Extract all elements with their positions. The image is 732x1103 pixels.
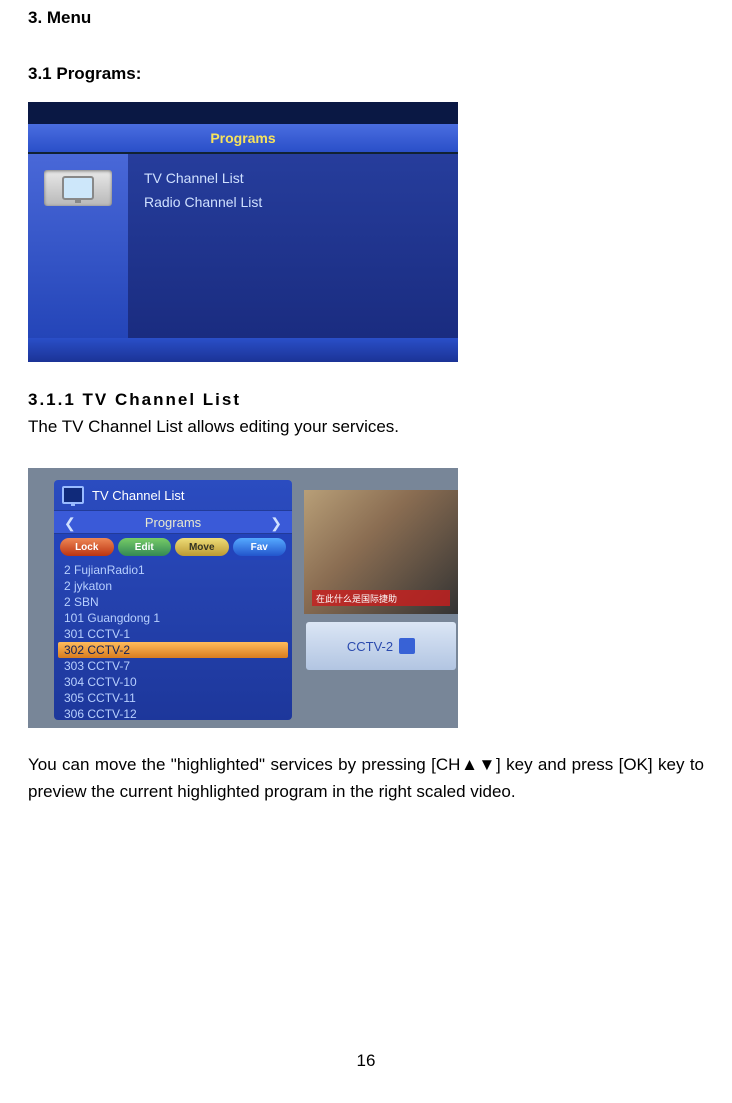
- preview-overlay-text: 在此什么是国际捷助: [312, 590, 450, 606]
- pill-lock: Lock: [60, 538, 114, 556]
- screenshot-titlebar: Programs: [28, 124, 458, 154]
- screenshot-content: TV Channel List Radio Channel List: [128, 154, 458, 338]
- info-badge-icon: [399, 638, 415, 654]
- section-heading-menu: 3. Menu: [28, 8, 704, 28]
- channel-row: 301 CCTV-1: [64, 626, 282, 642]
- sidebar-item-monitor: [44, 170, 112, 206]
- screenshot-body: TV Channel List Radio Channel List: [28, 154, 458, 338]
- video-preview: 在此什么是国际捷助: [304, 490, 458, 614]
- channel-row: 304 CCTV-10: [64, 674, 282, 690]
- pill-edit: Edit: [118, 538, 172, 556]
- section-heading-tv-channel-list: 3.1.1 TV Channel List: [28, 390, 704, 410]
- screenshot-topbar: [28, 102, 458, 124]
- panel-header: TV Channel List: [54, 480, 292, 510]
- monitor-icon: [62, 176, 94, 200]
- screenshot-sidebar: [28, 154, 128, 338]
- intro-text: The TV Channel List allows editing your …: [28, 414, 704, 440]
- pill-move: Move: [175, 538, 229, 556]
- preview-label: CCTV-2: [347, 639, 393, 654]
- instruction-text: You can move the "highlighted" services …: [28, 752, 704, 805]
- pill-fav: Fav: [233, 538, 287, 556]
- channel-row: 306 CCTV-12: [64, 706, 282, 722]
- screenshot-programs-menu: Programs TV Channel List Radio Channel L…: [28, 102, 458, 362]
- channel-row: 101 Guangdong 1: [64, 610, 282, 626]
- screenshot-channel-list: TV Channel List Programs Lock Edit Move …: [28, 468, 458, 728]
- menu-item-radio-channel-list: Radio Channel List: [144, 190, 442, 214]
- channel-panel: TV Channel List Programs Lock Edit Move …: [54, 480, 292, 720]
- screenshot-bottombar: [28, 338, 458, 362]
- channel-row: 2 SBN: [64, 594, 282, 610]
- channel-row: 2 jykaton: [64, 578, 282, 594]
- page-number: 16: [0, 1051, 732, 1071]
- panel-subheader: Programs: [54, 510, 292, 534]
- section-heading-programs: 3.1 Programs:: [28, 64, 704, 84]
- menu-item-tv-channel-list: TV Channel List: [144, 166, 442, 190]
- panel-title: TV Channel List: [92, 488, 185, 503]
- channel-list: 2 FujianRadio1 2 jykaton 2 SBN101 Guangd…: [54, 560, 292, 724]
- channel-row: 303 CCTV-7: [64, 658, 282, 674]
- channel-row: 305 CCTV-11: [64, 690, 282, 706]
- monitor-icon: [62, 486, 84, 504]
- preview-info: CCTV-2: [306, 622, 456, 670]
- channel-row: 2 FujianRadio1: [64, 562, 282, 578]
- channel-row: 302 CCTV-2: [58, 642, 288, 658]
- action-pills: Lock Edit Move Fav: [54, 534, 292, 560]
